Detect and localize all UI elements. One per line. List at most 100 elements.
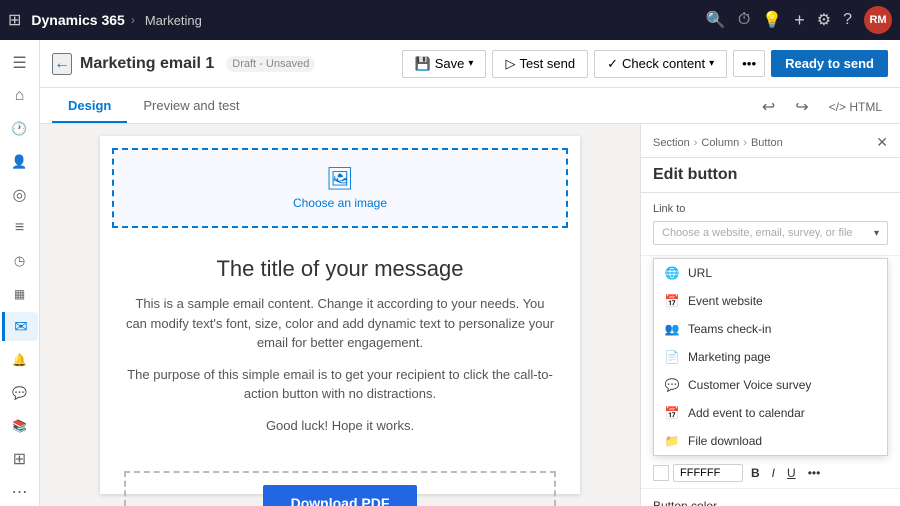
sidebar-item-hamburger[interactable]: ☰ [2, 48, 38, 77]
email-canvas: 🖼 Choose an image The title of your mess… [40, 124, 640, 506]
panel-close-button[interactable]: ✕ [876, 134, 888, 151]
header-actions: 💾 Save ▾ ▷ Test send ✓ Check content ▾ •… [402, 50, 888, 78]
file-download-icon: 📁 [664, 433, 680, 449]
sidebar-item-analytics[interactable]: ◷ [2, 246, 38, 275]
test-send-button[interactable]: ▷ Test send [492, 50, 588, 78]
dropdown-item-add-event[interactable]: 📅 Add event to calendar [654, 399, 887, 427]
voice-survey-icon: 💬 [664, 377, 680, 393]
save-chevron: ▾ [468, 58, 473, 69]
panel-title: Edit button [641, 158, 900, 193]
dropdown-item-voice-survey[interactable]: 💬 Customer Voice survey [654, 371, 887, 399]
back-button[interactable]: ← [52, 53, 72, 75]
email-body-text-2[interactable]: The purpose of this simple email is to g… [124, 365, 556, 404]
bold-button[interactable]: B [747, 464, 764, 482]
text-color-swatch[interactable] [653, 465, 669, 481]
main-area: ← Marketing email 1 Draft - Unsaved 💾 Sa… [40, 40, 900, 506]
url-icon: 🌐 [664, 265, 680, 281]
html-button[interactable]: </> HTML [823, 98, 888, 116]
secondary-header: ← Marketing email 1 Draft - Unsaved 💾 Sa… [40, 40, 900, 88]
dropdown-label-event-website: Event website [688, 294, 763, 308]
right-panel: Section › Column › Button ✕ Edit button … [640, 124, 900, 506]
sidebar-item-recent[interactable]: 🕐 [2, 114, 38, 143]
link-to-dropdown[interactable]: Choose a website, email, survey, or file… [653, 221, 888, 245]
tab-design[interactable]: Design [52, 90, 127, 123]
image-placeholder-icon: 🖼 [326, 166, 354, 192]
top-nav: ⊞ Dynamics 365 › Marketing 🔍 ⏱ 💡 + ⚙ ? R… [0, 0, 900, 40]
email-title: Marketing email 1 [80, 55, 214, 73]
dropdown-label-url: URL [688, 266, 712, 280]
sidebar-item-settings2[interactable]: ⊞ [2, 444, 38, 473]
avatar[interactable]: RM [864, 6, 892, 34]
sidebar-item-library[interactable]: 📚 [2, 411, 38, 440]
ready-to-send-button[interactable]: Ready to send [771, 50, 888, 77]
lightbulb-icon[interactable]: 💡 [762, 10, 782, 30]
dropdown-label-marketing-page: Marketing page [688, 350, 771, 364]
breadcrumb-section[interactable]: Section [653, 137, 690, 149]
tab-actions: ↩ ↪ </> HTML [756, 95, 888, 123]
link-placeholder: Choose a website, email, survey, or file [662, 227, 853, 239]
dropdown-item-teams[interactable]: 👥 Teams check-in [654, 315, 887, 343]
underline-button[interactable]: U [783, 464, 800, 482]
check-icon: ✓ [607, 56, 618, 72]
more-button[interactable]: ••• [733, 50, 765, 77]
cta-button[interactable]: Download PDF [263, 485, 418, 506]
redo-button[interactable]: ↪ [789, 95, 814, 119]
test-icon: ▷ [505, 56, 515, 72]
breadcrumb-column[interactable]: Column [701, 137, 739, 149]
more-format-button[interactable]: ••• [804, 464, 825, 482]
event-website-icon: 📅 [664, 293, 680, 309]
sidebar-item-campaigns[interactable]: ≡ [2, 213, 38, 242]
link-dropdown-menu: 🌐 URL 📅 Event website 👥 Teams check-in 📄… [653, 258, 888, 456]
sidebar-item-events[interactable]: ▦ [2, 279, 38, 308]
teams-icon: 👥 [664, 321, 680, 337]
save-icon: 💾 [415, 56, 431, 72]
button-color-section: Button color [641, 489, 900, 506]
sidebar-item-segments[interactable]: ◎ [2, 180, 38, 209]
email-image-section[interactable]: 🖼 Choose an image [112, 148, 568, 228]
check-chevron: ▾ [709, 58, 714, 69]
search-icon[interactable]: 🔍 [706, 10, 726, 30]
email-content-container: 🖼 Choose an image The title of your mess… [100, 136, 580, 494]
email-cta-section[interactable]: Download PDF [124, 471, 556, 506]
content-row: 🖼 Choose an image The title of your mess… [40, 124, 900, 506]
nav-chevron: › [131, 13, 135, 27]
dropdown-item-marketing-page[interactable]: 📄 Marketing page [654, 343, 887, 371]
dropdown-item-url[interactable]: 🌐 URL [654, 259, 887, 287]
sidebar-item-alerts[interactable]: 🔔 [2, 345, 38, 374]
panel-breadcrumb: Section › Column › Button ✕ [641, 124, 900, 158]
breadcrumb-sep1: › [694, 137, 698, 149]
check-content-button[interactable]: ✓ Check content ▾ [594, 50, 727, 78]
email-body-text-1[interactable]: This is a sample email content. Change i… [124, 294, 556, 353]
sidebar-item-chat[interactable]: 💬 [2, 378, 38, 407]
settings-icon[interactable]: ⚙ [817, 10, 831, 30]
dropdown-label-voice-survey: Customer Voice survey [688, 378, 811, 392]
timer-icon[interactable]: ⏱ [738, 11, 750, 29]
sidebar-item-contacts[interactable]: 👤 [2, 147, 38, 176]
help-icon[interactable]: ? [843, 11, 852, 29]
undo-button[interactable]: ↩ [756, 95, 781, 119]
grid-icon[interactable]: ⊞ [8, 10, 21, 30]
link-to-label: Link to [653, 203, 888, 215]
email-body-text-3[interactable]: Good luck! Hope it works. [124, 416, 556, 436]
tab-bar: Design Preview and test ↩ ↪ </> HTML [40, 88, 900, 124]
breadcrumb-sep2: › [743, 137, 747, 149]
dropdown-item-event-website[interactable]: 📅 Event website [654, 287, 887, 315]
sidebar-item-home[interactable]: ⌂ [2, 81, 38, 110]
sidebar-item-more[interactable]: ⋯ [2, 477, 38, 506]
save-button[interactable]: 💾 Save ▾ [402, 50, 487, 78]
dropdown-item-file-download[interactable]: 📁 File download [654, 427, 887, 455]
italic-button[interactable]: I [768, 464, 779, 482]
add-icon[interactable]: + [794, 10, 805, 31]
marketing-page-icon: 📄 [664, 349, 680, 365]
format-row: B I U ••• [641, 458, 900, 489]
add-event-icon: 📅 [664, 405, 680, 421]
email-message-title[interactable]: The title of your message [124, 256, 556, 282]
dropdown-label-file-download: File download [688, 434, 762, 448]
tab-preview[interactable]: Preview and test [127, 90, 255, 123]
sidebar-item-email[interactable]: ✉ [2, 312, 38, 341]
text-color-input[interactable] [673, 464, 743, 482]
breadcrumb-button[interactable]: Button [751, 137, 783, 149]
app-name: Dynamics 365 [31, 12, 124, 28]
left-sidebar: ☰ ⌂ 🕐 👤 ◎ ≡ ◷ ▦ ✉ 🔔 💬 📚 ⊞ ⋯ [0, 40, 40, 506]
nav-module: Marketing [145, 13, 202, 28]
